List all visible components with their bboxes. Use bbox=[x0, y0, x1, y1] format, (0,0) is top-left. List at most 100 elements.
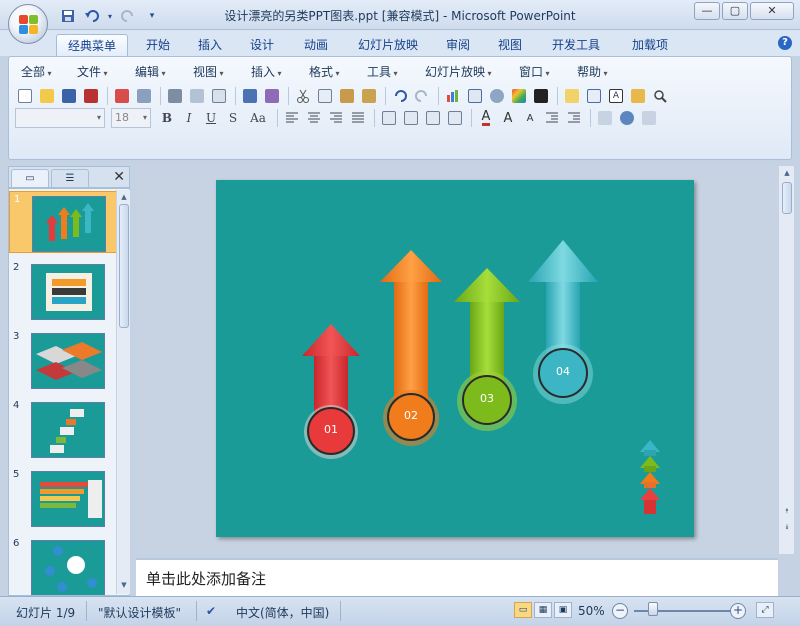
scrollbar-thumb[interactable] bbox=[782, 182, 792, 214]
cut-icon[interactable] bbox=[293, 86, 313, 106]
tab-classic-menu[interactable]: 经典菜单 bbox=[56, 34, 128, 56]
spell-check-icon[interactable]: ✔ bbox=[206, 604, 216, 618]
zoom-slider-thumb[interactable] bbox=[648, 602, 658, 616]
tab-view[interactable]: 视图 bbox=[488, 34, 532, 56]
menu-edit[interactable]: 编辑 bbox=[135, 63, 166, 80]
slide-thumbnail[interactable]: 4 bbox=[9, 398, 117, 460]
numbering-icon[interactable] bbox=[423, 108, 443, 128]
slide-thumbnail[interactable]: 2 bbox=[9, 260, 117, 322]
tab-animation[interactable]: 动画 bbox=[292, 34, 340, 56]
tab-outline[interactable]: ☰ bbox=[51, 169, 89, 187]
research-icon[interactable] bbox=[262, 86, 282, 106]
menu-format[interactable]: 格式 bbox=[309, 63, 340, 80]
slide-sorter-view-button[interactable]: ▦ bbox=[534, 602, 552, 618]
publish-icon[interactable] bbox=[134, 86, 154, 106]
font-size-box[interactable]: 18 bbox=[111, 108, 151, 128]
shadow-button[interactable]: S bbox=[223, 108, 243, 128]
tab-insert[interactable]: 插入 bbox=[188, 34, 232, 56]
layout-icon[interactable] bbox=[584, 86, 604, 106]
slide-thumbnail[interactable]: 6 bbox=[9, 536, 117, 595]
slide-pane-scrollbar[interactable]: ▲ ▼ bbox=[116, 190, 130, 594]
menu-tools[interactable]: 工具 bbox=[367, 63, 398, 80]
current-slide[interactable]: 01 02 03 04 bbox=[216, 180, 694, 537]
main-scrollbar[interactable]: ▲ ⯭ ⯯ bbox=[778, 166, 794, 554]
color-scheme-icon[interactable] bbox=[531, 86, 551, 106]
new-slide-icon[interactable] bbox=[562, 86, 582, 106]
close-pane-icon[interactable]: ✕ bbox=[113, 169, 125, 185]
menu-help[interactable]: 帮助 bbox=[577, 63, 608, 80]
slide-thumbnail[interactable]: 5 bbox=[9, 467, 117, 529]
font-color-icon[interactable]: A bbox=[476, 108, 496, 128]
undo-icon[interactable] bbox=[390, 86, 410, 106]
tab-design[interactable]: 设计 bbox=[240, 34, 284, 56]
minimize-button[interactable]: — bbox=[694, 2, 720, 20]
tab-addins[interactable]: 加载项 bbox=[622, 34, 678, 56]
permission-icon[interactable] bbox=[81, 86, 101, 106]
line-spacing-icon[interactable] bbox=[401, 108, 421, 128]
slide-thumbnail[interactable]: 3 bbox=[9, 329, 117, 391]
folder-icon[interactable] bbox=[628, 86, 648, 106]
save-icon[interactable] bbox=[59, 86, 79, 106]
bold-button[interactable]: B bbox=[157, 108, 177, 128]
tab-review[interactable]: 审阅 bbox=[436, 34, 480, 56]
close-button[interactable]: ✕ bbox=[750, 2, 794, 20]
scroll-up-arrow-icon[interactable]: ▲ bbox=[119, 192, 129, 202]
bullets-icon[interactable] bbox=[445, 108, 465, 128]
menu-all[interactable]: 全部 bbox=[21, 63, 52, 80]
print-icon[interactable] bbox=[165, 86, 185, 106]
office-button[interactable] bbox=[8, 4, 48, 44]
menu-insert[interactable]: 插入 bbox=[251, 63, 282, 80]
copy-icon[interactable] bbox=[315, 86, 335, 106]
picture-icon[interactable] bbox=[509, 86, 529, 106]
redo-icon[interactable] bbox=[412, 86, 432, 106]
scroll-down-arrow-icon[interactable]: ▼ bbox=[119, 580, 129, 590]
normal-view-button[interactable]: ▭ bbox=[514, 602, 532, 618]
decrease-indent-icon[interactable] bbox=[542, 108, 562, 128]
slideshow-view-button[interactable]: ▣ bbox=[554, 602, 572, 618]
align-right-icon[interactable] bbox=[326, 108, 346, 128]
columns-icon[interactable] bbox=[379, 108, 399, 128]
open-icon[interactable] bbox=[37, 86, 57, 106]
zoom-out-icon[interactable]: − bbox=[612, 603, 628, 619]
align-left-icon[interactable] bbox=[282, 108, 302, 128]
underline-button[interactable]: U bbox=[201, 108, 221, 128]
mail-icon[interactable] bbox=[112, 86, 132, 106]
justify-icon[interactable] bbox=[348, 108, 368, 128]
scrollbar-thumb[interactable] bbox=[119, 204, 129, 328]
chart-icon[interactable] bbox=[443, 86, 463, 106]
next-slide-icon[interactable]: ⯯ bbox=[782, 522, 792, 532]
table-icon[interactable] bbox=[465, 86, 485, 106]
language-indicator[interactable]: 中文(简体，中国) bbox=[236, 604, 329, 621]
help-icon[interactable]: ? bbox=[778, 36, 792, 50]
page-setup-icon[interactable] bbox=[209, 86, 229, 106]
print-preview-icon[interactable] bbox=[187, 86, 207, 106]
menu-file[interactable]: 文件 bbox=[77, 63, 108, 80]
tab-developer[interactable]: 开发工具 bbox=[542, 34, 610, 56]
italic-button[interactable]: I bbox=[179, 108, 199, 128]
tab-slides[interactable]: ▭ bbox=[11, 169, 49, 187]
previous-slide-icon[interactable]: ⯭ bbox=[782, 506, 792, 516]
menu-slideshow[interactable]: 幻灯片放映 bbox=[425, 63, 492, 80]
slide-thumbnail[interactable]: 1 bbox=[9, 191, 117, 253]
zoom-in-icon[interactable]: + bbox=[730, 603, 746, 619]
shapes-icon[interactable] bbox=[617, 108, 637, 128]
align-center-icon[interactable] bbox=[304, 108, 324, 128]
notes-pane[interactable]: 单击此处添加备注 bbox=[136, 558, 778, 596]
restore-button[interactable]: ▢ bbox=[722, 2, 748, 20]
textbox-icon[interactable]: A bbox=[606, 86, 626, 106]
design-icon[interactable] bbox=[595, 108, 615, 128]
format-painter-icon[interactable] bbox=[359, 86, 379, 106]
increase-indent-icon[interactable] bbox=[564, 108, 584, 128]
paste-icon[interactable] bbox=[337, 86, 357, 106]
scroll-up-arrow-icon[interactable]: ▲ bbox=[782, 168, 792, 178]
zoom-icon[interactable] bbox=[650, 86, 670, 106]
hyperlink-icon[interactable] bbox=[487, 86, 507, 106]
menu-window[interactable]: 窗口 bbox=[519, 63, 550, 80]
change-case-button[interactable]: Aa bbox=[245, 108, 271, 128]
new-icon[interactable] bbox=[15, 86, 35, 106]
fit-to-window-icon[interactable]: ⤢ bbox=[756, 602, 774, 618]
font-name-box[interactable] bbox=[15, 108, 105, 128]
template-name[interactable]: "默认设计模板" bbox=[98, 604, 181, 621]
zoom-level[interactable]: 50% bbox=[578, 604, 605, 618]
shrink-font-icon[interactable]: A bbox=[520, 108, 540, 128]
